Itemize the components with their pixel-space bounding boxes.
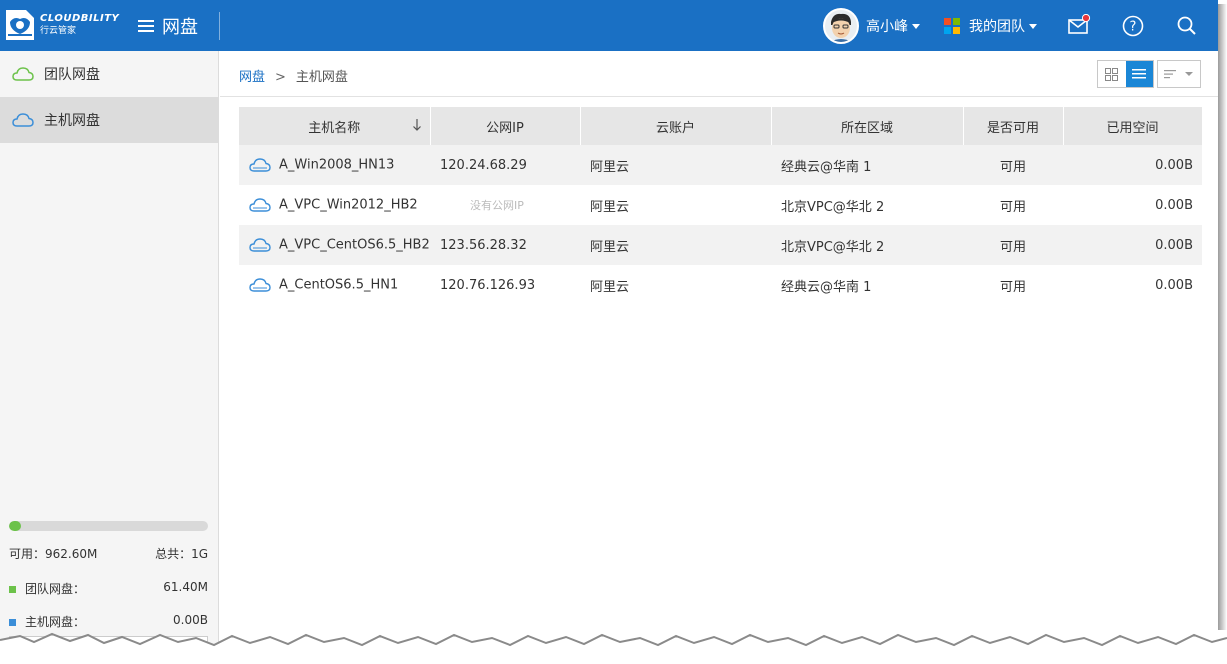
brand-subtitle: 行云管家 xyxy=(40,26,77,36)
user-name: 高小峰 xyxy=(866,19,908,35)
avatar xyxy=(823,8,859,44)
grid-view-button[interactable] xyxy=(1098,61,1126,87)
cloud-disk-icon xyxy=(249,198,271,212)
breadcrumb-separator: > xyxy=(275,70,286,85)
host-disk-table: 主机名称 公网IP 云账户 所在区域 是否可用 已用空间 A_Win2008_H… xyxy=(239,107,1203,305)
search-icon xyxy=(1177,16,1196,35)
breadcrumb: 网盘 > 主机网盘 xyxy=(239,66,348,85)
sidebar-item-host-disk[interactable]: 主机网盘 xyxy=(0,97,218,143)
column-header-available[interactable]: 是否可用 xyxy=(963,107,1064,145)
breadcrumb-current: 主机网盘 xyxy=(295,70,348,85)
table-row[interactable]: A_VPC_Win2012_HB2 没有公网IP 阿里云 北京VPC@华北 2 … xyxy=(239,185,1202,225)
availability: 可用 xyxy=(963,185,1063,225)
list-icon xyxy=(1132,69,1147,79)
sort-menu-button[interactable] xyxy=(1157,60,1201,88)
public-ip: 120.76.126.93 xyxy=(430,265,580,305)
column-header-label: 主机名称 xyxy=(308,120,361,136)
brand-name: CLOUDBILITY xyxy=(40,13,120,24)
svg-text:?: ? xyxy=(1130,20,1137,35)
table-row[interactable]: A_VPC_CentOS6.5_HB2 123.56.28.32 阿里云 北京V… xyxy=(239,225,1202,265)
cloud-account: 阿里云 xyxy=(580,145,771,185)
team-usage-value: 61.40M xyxy=(163,580,208,594)
window-shadow xyxy=(1218,4,1227,630)
availability: 可用 xyxy=(963,265,1063,305)
help-icon: ? xyxy=(1122,15,1144,37)
chevron-down-icon xyxy=(1029,23,1037,29)
torn-edge-decoration xyxy=(0,632,1227,664)
sidebar-item-team-disk[interactable]: 团队网盘 xyxy=(0,51,218,97)
user-menu[interactable]: 高小峰 xyxy=(823,8,920,44)
storage-progress-bar xyxy=(9,521,208,531)
brand-logo[interactable]: CLOUDBILITY 行云管家 xyxy=(4,6,124,44)
cloud-disk-icon xyxy=(249,238,271,252)
host-name[interactable]: A_Win2008_HN13 xyxy=(279,158,394,173)
sort-icon xyxy=(1164,70,1176,79)
region: 北京VPC@华北 2 xyxy=(771,185,963,225)
public-ip: 没有公网IP xyxy=(470,199,524,212)
cloud-icon xyxy=(12,113,34,127)
storage-summary: 可用：962.60M 总共：1G 团队网盘： 61.40M 主机网盘： 0.00… xyxy=(9,521,208,630)
team-label: 我的团队 xyxy=(969,19,1025,35)
host-name[interactable]: A_VPC_CentOS6.5_HB2 xyxy=(279,238,430,253)
search-button[interactable] xyxy=(1175,14,1199,38)
column-header-used-space[interactable]: 已用空间 xyxy=(1063,107,1203,145)
list-view-button[interactable] xyxy=(1125,61,1153,87)
used-space: 0.00B xyxy=(1063,185,1202,225)
mail-icon xyxy=(1068,13,1091,34)
arrow-down-icon xyxy=(412,119,421,131)
header-divider xyxy=(219,12,220,40)
chevron-down-icon xyxy=(1185,72,1193,76)
cloud-account: 阿里云 xyxy=(580,185,771,225)
column-header-cloud-account[interactable]: 云账户 xyxy=(580,107,772,145)
sidebar: 团队网盘 主机网盘 可用：962.60M 总共：1G 团队网盘： 61.40M … xyxy=(0,51,219,664)
cloud-account: 阿里云 xyxy=(580,225,771,265)
main-content: 网盘 > 主机网盘 主机名称 公网IP 云账户 所在区域 是否可用 已用空间 A… xyxy=(220,51,1218,664)
column-header-region[interactable]: 所在区域 xyxy=(771,107,964,145)
storage-total: 总共：1G xyxy=(155,547,208,561)
column-header-public-ip[interactable]: 公网IP xyxy=(430,107,581,145)
team-legend-dot xyxy=(9,586,16,593)
cloud-disk-icon xyxy=(249,278,271,292)
table-row[interactable]: A_CentOS6.5_HN1 120.76.126.93 阿里云 经典云@华南… xyxy=(239,265,1202,305)
used-space: 0.00B xyxy=(1063,145,1202,185)
public-ip: 120.24.68.29 xyxy=(430,145,580,185)
chevron-down-icon xyxy=(912,23,920,29)
column-header-host-name[interactable]: 主机名称 xyxy=(239,107,431,145)
grid-icon xyxy=(1105,67,1119,81)
sidebar-item-label: 主机网盘 xyxy=(44,113,100,129)
team-usage-label: 团队网盘： xyxy=(25,582,86,596)
used-space: 0.00B xyxy=(1063,225,1202,265)
cloudbility-logo-icon xyxy=(4,8,36,42)
main-menu-button[interactable]: 网盘 xyxy=(138,13,198,39)
public-ip: 123.56.28.32 xyxy=(430,225,580,265)
view-toggle xyxy=(1097,60,1154,88)
host-name[interactable]: A_VPC_Win2012_HB2 xyxy=(279,198,418,213)
team-grid-icon xyxy=(944,18,960,34)
table-row[interactable]: A_Win2008_HN13 120.24.68.29 阿里云 经典云@华南 1… xyxy=(239,145,1202,185)
table-header-row: 主机名称 公网IP 云账户 所在区域 是否可用 已用空间 xyxy=(239,107,1203,145)
storage-progress-fill xyxy=(9,521,21,531)
sidebar-item-label: 团队网盘 xyxy=(44,67,100,83)
cloud-account: 阿里云 xyxy=(580,265,771,305)
cloud-disk-icon xyxy=(249,158,271,172)
region: 北京VPC@华北 2 xyxy=(771,225,963,265)
help-button[interactable]: ? xyxy=(1121,14,1145,38)
breadcrumb-root-link[interactable]: 网盘 xyxy=(239,70,265,85)
host-legend-dot xyxy=(9,619,16,626)
host-name[interactable]: A_CentOS6.5_HN1 xyxy=(279,278,398,293)
mail-button[interactable] xyxy=(1067,13,1091,38)
region: 经典云@华南 1 xyxy=(771,145,963,185)
region: 经典云@华南 1 xyxy=(771,265,963,305)
team-menu[interactable]: 我的团队 xyxy=(944,16,1037,36)
section-title: 网盘 xyxy=(162,17,198,38)
storage-available: 可用：962.60M xyxy=(9,547,98,561)
cloud-icon xyxy=(12,67,34,81)
breadcrumb-bar: 网盘 > 主机网盘 xyxy=(220,51,1218,97)
availability: 可用 xyxy=(963,225,1063,265)
top-bar: CLOUDBILITY 行云管家 网盘 高小峰 我的团队 ? xyxy=(0,0,1218,51)
hamburger-icon xyxy=(138,20,154,32)
availability: 可用 xyxy=(963,145,1063,185)
used-space: 0.00B xyxy=(1063,265,1202,305)
